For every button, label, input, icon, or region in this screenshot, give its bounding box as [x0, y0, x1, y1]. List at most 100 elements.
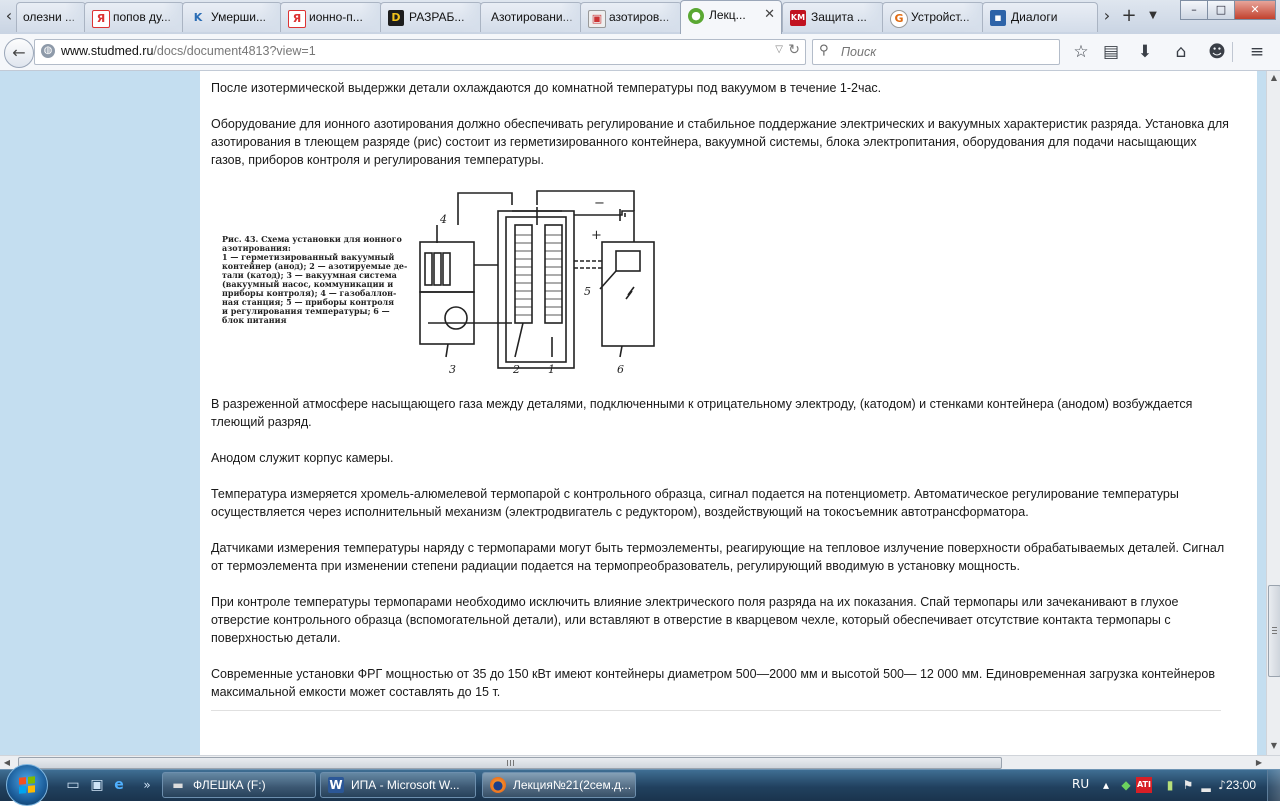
gas-cylinder — [433, 252, 442, 286]
content-divider — [211, 710, 1221, 711]
address-bar[interactable]: ◍ www.studmed.ru/docs/document4813?view=… — [34, 39, 806, 65]
close-tab-icon[interactable]: ✕ — [764, 1, 775, 29]
internet-explorer-icon[interactable]: e — [110, 776, 128, 794]
figure-label-4: 4 — [439, 213, 447, 226]
home-icon[interactable]: ⌂ — [1170, 41, 1192, 63]
image-icon: ▣ — [588, 10, 606, 28]
google-icon: G — [890, 10, 908, 28]
tab-7[interactable]: ▣ азотиров... — [580, 2, 682, 32]
taskbar-button-flash-drive[interactable]: ▬ ФЛЕШКА (F:) — [162, 772, 316, 798]
search-box[interactable]: ⚲ — [812, 39, 1060, 65]
tab-5[interactable]: D РАЗРАБ... — [380, 2, 482, 32]
km-icon: KM — [790, 10, 806, 26]
page-viewport[interactable]: После изотермической выдержки детали охл… — [0, 71, 1266, 755]
task-label: ИПА - Microsoft W... — [351, 778, 460, 792]
tab-strip: ‹ олезни ... Я попов ду... K Умерши... Я… — [0, 0, 1280, 35]
tab-11[interactable]: ▪ Диалоги — [982, 2, 1098, 32]
navigation-bar: ← ◍ www.studmed.ru/docs/document4813?vie… — [0, 34, 1280, 71]
temperature-controller — [615, 250, 641, 272]
vertical-scrollbar[interactable]: ▲ ▼ — [1266, 71, 1280, 755]
tab-label: ионно-п... — [309, 10, 363, 24]
tray-expand-arrow-icon[interactable]: ▴ — [1098, 777, 1114, 793]
ati-icon[interactable]: ATI — [1136, 777, 1152, 793]
horizontal-scroll-thumb[interactable] — [18, 757, 1002, 769]
drive-icon: ▬ — [172, 778, 184, 792]
figure-label-3: 3 — [449, 363, 456, 376]
figure-label-minus: − — [594, 196, 605, 211]
figure-label-plus: + — [591, 228, 602, 243]
windows-taskbar: ▭ ▣ e » ▬ ФЛЕШКА (F:) W ИПА - Microsoft … — [0, 764, 1280, 806]
chat-smiley-icon[interactable]: ☻ — [1206, 41, 1228, 63]
taskbar-button-firefox[interactable]: ● Лекция№21(2сем.д... — [482, 772, 636, 798]
scroll-left-arrow-icon[interactable]: ◀ — [0, 756, 14, 770]
network-adapter-icon[interactable]: ◆ — [1118, 777, 1134, 793]
wire-top-left — [457, 192, 513, 225]
tab-9[interactable]: KM Защита ... — [782, 2, 884, 32]
tab-list-chevron-down-icon[interactable]: ▼ — [1144, 2, 1162, 30]
paragraph-8: Современные установки ФРГ мощностью от 3… — [211, 667, 1215, 699]
lightning-symbol — [625, 286, 635, 300]
paragraph-3: В разреженной атмосфере насыщающего газа… — [211, 397, 1193, 429]
tab-active-lecture[interactable]: ● Лекц... ✕ — [680, 0, 782, 34]
figure-label-1: 1 — [548, 363, 555, 376]
url-history-chevron-down-icon[interactable]: ▽ — [775, 44, 783, 55]
network-signal-icon[interactable]: ▂ — [1198, 777, 1214, 793]
tab-label: Защита ... — [811, 10, 867, 24]
back-arrow-icon[interactable]: ← — [4, 38, 34, 68]
tab-2[interactable]: Я попов ду... — [84, 2, 184, 32]
workpiece-stack — [514, 224, 533, 324]
url-text[interactable]: www.studmed.ru/docs/document4813?view=1 — [61, 44, 316, 58]
reload-icon[interactable]: ↻ — [788, 42, 800, 58]
flag-action-center-icon[interactable]: ⚑ — [1180, 777, 1196, 793]
tab-scroll-right-icon[interactable]: › — [1098, 2, 1116, 30]
tab-3[interactable]: K Умерши... — [182, 2, 282, 32]
clock-time[interactable]: 23:00 — [1226, 778, 1256, 792]
yandex-icon: Я — [92, 10, 110, 28]
downloads-arrow-icon[interactable]: ⬇ — [1134, 41, 1156, 63]
paragraph-4: Анодом служит корпус камеры. — [211, 451, 394, 465]
dialog-icon: ▪ — [990, 10, 1006, 26]
tab-10[interactable]: G Устройст... — [882, 2, 984, 32]
yandex-icon: Я — [288, 10, 306, 28]
label-3-leader — [445, 343, 449, 358]
search-input[interactable] — [839, 42, 1053, 62]
scroll-right-arrow-icon[interactable]: ▶ — [1252, 756, 1266, 770]
menu-hamburger-icon[interactable]: ≡ — [1246, 41, 1268, 63]
scroll-up-arrow-icon[interactable]: ▲ — [1267, 71, 1280, 85]
d-icon: D — [388, 10, 404, 26]
bookmark-star-icon[interactable]: ☆ — [1070, 41, 1092, 63]
wire-cathode — [536, 190, 635, 211]
horizontal-scrollbar[interactable]: ◀ ▶ — [0, 755, 1280, 770]
maximize-icon[interactable]: □ — [1207, 0, 1235, 20]
installation-scheme-figure: Рис. 43. Схема установки для ионного азо… — [222, 187, 672, 377]
paragraph-2: Оборудование для ионного азотирования до… — [211, 117, 1229, 167]
quick-launch-expand-icon[interactable]: » — [138, 776, 156, 794]
figure-label-6: 6 — [617, 363, 624, 376]
reading-list-icon[interactable]: ▤ — [1100, 41, 1122, 63]
gas-cylinder — [424, 252, 433, 286]
minimize-icon[interactable]: – — [1180, 0, 1208, 20]
vacuum-system-box — [419, 291, 475, 345]
tab-6[interactable]: Азотировани... — [480, 2, 582, 32]
vertical-scroll-thumb[interactable] — [1268, 585, 1280, 677]
show-desktop-window-icon[interactable]: ▭ — [64, 776, 82, 794]
scroll-down-arrow-icon[interactable]: ▼ — [1267, 739, 1280, 753]
tab-4[interactable]: Я ионно-п... — [280, 2, 382, 32]
close-window-icon[interactable]: ✕ — [1234, 0, 1276, 20]
figure-label-5: 5 — [584, 285, 591, 298]
word-icon: W — [328, 777, 344, 793]
label-6-leader — [619, 345, 623, 358]
window-controls: – □ ✕ — [1180, 0, 1276, 20]
tab-1[interactable]: олезни ... — [16, 2, 86, 32]
language-indicator[interactable]: RU — [1072, 777, 1089, 791]
url-path: /docs/document4813?view=1 — [153, 44, 316, 58]
url-domain: www.studmed.ru — [61, 44, 154, 58]
show-desktop-button[interactable] — [1267, 770, 1280, 801]
explorer-window-icon[interactable]: ▣ — [88, 776, 106, 794]
article-content: После изотермической выдержки детали охл… — [200, 71, 1257, 755]
taskbar-button-word[interactable]: W ИПА - Microsoft W... — [320, 772, 476, 798]
vacuum-pump — [444, 306, 468, 330]
new-tab-plus-icon[interactable]: + — [1120, 2, 1138, 30]
globe-icon: ◍ — [41, 44, 55, 58]
battery-icon[interactable]: ▮ — [1162, 777, 1178, 793]
